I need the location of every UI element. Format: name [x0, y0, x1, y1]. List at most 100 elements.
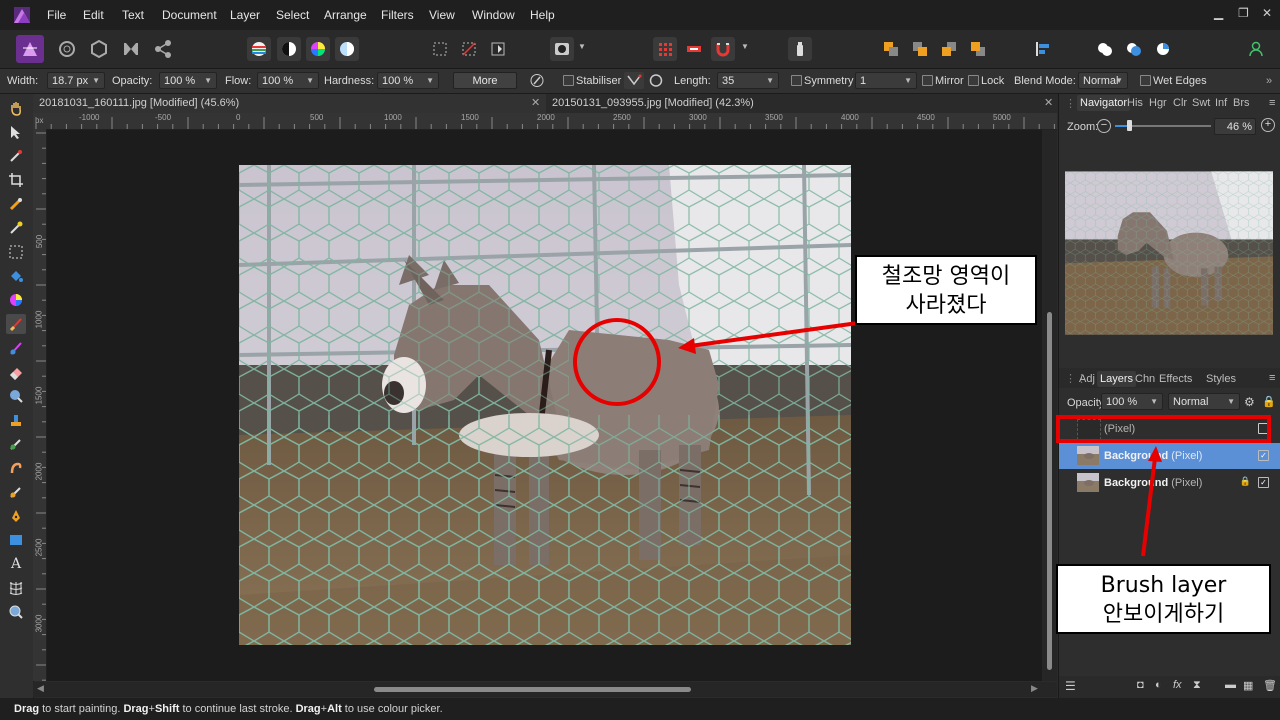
menu-window[interactable]: Window [472, 8, 515, 22]
liquify-persona-icon[interactable] [53, 35, 81, 63]
clone-tool-icon[interactable] [6, 410, 26, 430]
pen-tool-icon[interactable] [6, 506, 26, 526]
width-field[interactable]: 18.7 px ▼ [47, 72, 105, 89]
move-tool-icon[interactable] [6, 122, 26, 142]
arrange-front-icon[interactable] [966, 37, 990, 61]
align-icon[interactable] [1030, 37, 1054, 61]
symmetry-field[interactable]: 1 ▼ [855, 72, 917, 89]
length-field[interactable]: 35 ▼ [717, 72, 779, 89]
black-white-icon[interactable] [277, 37, 301, 61]
arrange-forward-icon[interactable] [937, 37, 961, 61]
zoom-slider-thumb[interactable] [1127, 120, 1132, 131]
add-group-icon[interactable]: ▬ [1225, 679, 1236, 691]
tab-channels[interactable]: Chn [1135, 373, 1155, 385]
fx-icon[interactable]: fx [1173, 679, 1182, 691]
develop-persona-icon[interactable] [85, 35, 113, 63]
dodge-tool-icon[interactable] [6, 386, 26, 406]
menu-edit[interactable]: Edit [83, 8, 104, 22]
arrange-backward-icon[interactable] [908, 37, 932, 61]
quick-mask-icon[interactable] [550, 37, 574, 61]
rectangular-marquee-tool-icon[interactable] [6, 242, 26, 262]
menu-document[interactable]: Document [162, 8, 217, 22]
snapping-grid-icon[interactable] [653, 37, 677, 61]
more-button[interactable]: More [453, 72, 517, 89]
menu-select[interactable]: Select [276, 8, 309, 22]
menu-help[interactable]: Help [530, 8, 555, 22]
assistant-icon[interactable] [788, 37, 812, 61]
snapping-magnet-icon[interactable] [711, 37, 735, 61]
hand-tool-icon[interactable] [6, 98, 26, 118]
tab-effects[interactable]: Effects [1159, 373, 1192, 385]
tab-swatches[interactable]: Swt [1192, 97, 1210, 109]
tab-navigator[interactable]: Navigator [1077, 95, 1131, 111]
flow-field[interactable]: 100 % ▼ [257, 72, 319, 89]
menu-view[interactable]: View [429, 8, 455, 22]
layer-blend-select[interactable]: Normal ▼ [1168, 393, 1240, 410]
layer-row-pixel[interactable]: (Pixel) [1059, 416, 1280, 442]
close-icon[interactable]: ✕ [1044, 94, 1053, 113]
menu-arrange[interactable]: Arrange [324, 8, 367, 22]
hardness-field[interactable]: 100 % ▼ [377, 72, 439, 89]
document-photo-donkey[interactable] [239, 165, 851, 645]
menu-filters[interactable]: Filters [381, 8, 414, 22]
blend-mode-select[interactable]: Normal ▼ [1078, 72, 1128, 89]
layer-visibility-checkbox[interactable] [1258, 423, 1269, 434]
boolean-subtract-icon[interactable] [1122, 37, 1146, 61]
brush-settings-icon[interactable] [528, 72, 546, 89]
layer-visibility-checkbox[interactable]: ✓ [1258, 477, 1269, 488]
gear-icon[interactable]: ⚙ [1244, 395, 1255, 409]
zoom-out-icon[interactable]: − [1097, 119, 1111, 133]
hsl-icon[interactable] [306, 37, 330, 61]
live-filter-icon[interactable]: ⧗ [1193, 679, 1201, 692]
user-account-icon[interactable] [1244, 37, 1268, 61]
marquee-icon[interactable] [428, 37, 452, 61]
color-replacement-tool-icon[interactable] [6, 338, 26, 358]
arrange-back-icon[interactable] [879, 37, 903, 61]
paint-brush-tool-icon[interactable] [6, 314, 26, 334]
tab-document-1[interactable]: 20181031_160111.jpg [Modified] (45.6%) ✕ [33, 94, 551, 113]
layer-row-background[interactable]: Background (Pixel) 🔒 ✓ [1059, 470, 1280, 496]
window-mode-icon[interactable] [647, 72, 665, 89]
flood-fill-tool-icon[interactable] [6, 266, 26, 286]
text-tool-icon[interactable]: A [6, 554, 26, 574]
tab-styles[interactable]: Styles [1206, 373, 1236, 385]
deselect-icon[interactable] [457, 37, 481, 61]
scroll-left-icon[interactable]: ◀ [37, 683, 44, 694]
panel-menu-icon[interactable]: ≡ [1269, 97, 1275, 109]
rope-mode-icon[interactable] [624, 72, 644, 89]
export-persona-icon[interactable] [149, 35, 177, 63]
close-window-icon[interactable]: ✕ [1262, 6, 1272, 20]
crop-tool-icon[interactable] [6, 170, 26, 190]
horizontal-scrollbar[interactable]: ◀ ▶ [33, 682, 1057, 697]
snap-guides-icon[interactable] [682, 37, 706, 61]
mask-layer-icon[interactable]: ◘ [1137, 679, 1144, 691]
mirror-checkbox[interactable] [922, 75, 933, 86]
menu-layer[interactable]: Layer [230, 8, 260, 22]
symmetry-checkbox[interactable] [791, 75, 802, 86]
mesh-warp-tool-icon[interactable] [6, 578, 26, 598]
tab-histogram[interactable]: Hgr [1149, 97, 1167, 109]
tab-info[interactable]: Inf [1215, 97, 1227, 109]
stabiliser-checkbox[interactable] [563, 75, 574, 86]
scroll-right-icon[interactable]: ▶ [1031, 683, 1038, 694]
wet-edges-checkbox[interactable] [1140, 75, 1151, 86]
menu-text[interactable]: Text [122, 8, 144, 22]
delete-layer-icon[interactable]: 🗑 [1263, 679, 1277, 692]
tab-colour[interactable]: Clr [1173, 97, 1187, 109]
invert-selection-icon[interactable] [486, 37, 510, 61]
add-pixel-layer-icon[interactable]: ▦ [1243, 679, 1253, 692]
smudge-tool-icon[interactable] [6, 458, 26, 478]
close-icon[interactable]: ✕ [531, 94, 540, 113]
vertical-scroll-thumb[interactable] [1047, 312, 1052, 670]
restore-icon[interactable]: ❐ [1238, 6, 1249, 20]
layer-lock-icon[interactable]: 🔒 [1240, 476, 1251, 487]
vertical-scrollbar[interactable] [1042, 130, 1057, 681]
horizontal-scroll-thumb[interactable] [374, 687, 691, 692]
minimize-icon[interactable]: ▁ [1214, 6, 1223, 20]
blemish-tool-icon[interactable] [6, 434, 26, 454]
boolean-intersect-icon[interactable] [1151, 37, 1175, 61]
rectangle-tool-icon[interactable] [6, 530, 26, 550]
layer-visibility-checkbox[interactable]: ✓ [1258, 450, 1269, 461]
zoom-in-icon[interactable]: + [1261, 118, 1275, 132]
photo-persona-icon[interactable] [16, 35, 44, 63]
